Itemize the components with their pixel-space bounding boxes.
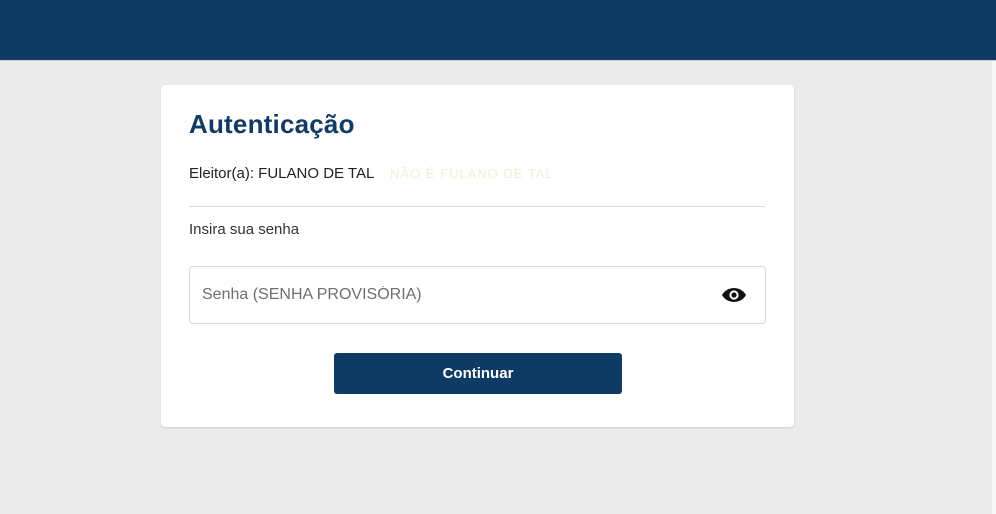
continue-button[interactable]: Continuar bbox=[334, 353, 622, 394]
password-input[interactable] bbox=[202, 267, 702, 323]
eye-icon[interactable] bbox=[721, 284, 747, 306]
page-edge bbox=[992, 61, 996, 514]
password-field bbox=[189, 266, 766, 324]
voter-label: Eleitor(a): FULANO DE TAL bbox=[189, 165, 374, 182]
page-title: Autenticação bbox=[189, 109, 355, 139]
divider bbox=[189, 206, 765, 207]
voter-faded-text: NÃO É FULANO DE TAL bbox=[389, 166, 554, 181]
password-instruction: Insira sua senha bbox=[189, 221, 300, 238]
top-header-bar bbox=[0, 0, 996, 61]
auth-card: Autenticação Eleitor(a): FULANO DE TAL N… bbox=[161, 85, 794, 427]
voter-info: Eleitor(a): FULANO DE TAL NÃO É FULANO D… bbox=[189, 165, 554, 182]
